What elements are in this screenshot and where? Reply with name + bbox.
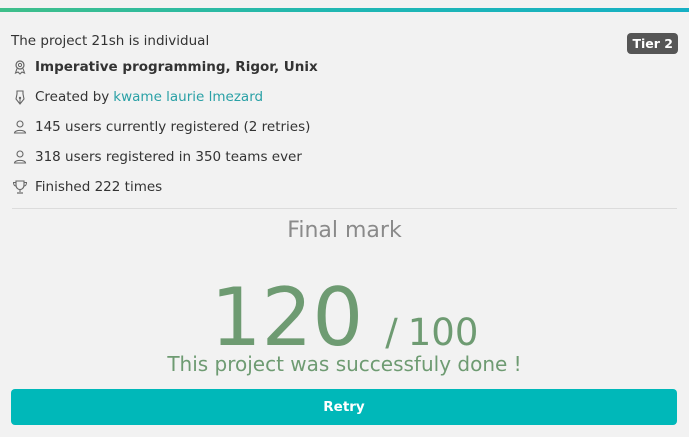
skills-icon <box>12 59 28 75</box>
mark-max: 100 <box>407 311 479 354</box>
mark-value: 120 <box>210 271 364 364</box>
total-registrations-text: 318 users registered in 350 teams ever <box>35 149 302 165</box>
total-registrations-row: 318 users registered in 350 teams ever <box>12 148 302 166</box>
trophy-icon <box>12 179 28 195</box>
creator-row: Created by kwame laurie lmezard <box>12 88 263 106</box>
project-title: The project 21sh is individual <box>11 33 210 49</box>
mark-separator: / <box>385 311 398 354</box>
users-icon <box>12 149 28 165</box>
tier-badge: Tier 2 <box>627 33 678 54</box>
current-registrations-text: 145 users currently registered (2 retrie… <box>35 119 311 135</box>
final-mark-title: Final mark <box>287 218 402 243</box>
creator-pen-icon <box>12 89 28 105</box>
skills-row: Imperative programming, Rigor, Unix <box>12 58 318 76</box>
creators-link[interactable]: kwame laurie lmezard <box>113 89 263 105</box>
finished-row: Finished 222 times <box>12 178 162 196</box>
divider <box>12 208 677 209</box>
skills-text: Imperative programming, Rigor, Unix <box>35 59 318 75</box>
finished-text: Finished 222 times <box>35 179 163 195</box>
success-message: This project was successfuly done ! <box>167 352 522 376</box>
created-by-label: Created by <box>35 89 110 105</box>
retry-button[interactable]: Retry <box>11 389 677 425</box>
user-icon <box>12 119 28 135</box>
current-registrations-row: 145 users currently registered (2 retrie… <box>12 118 310 136</box>
project-card: The project 21sh is individual Tier 2 Im… <box>0 12 689 437</box>
